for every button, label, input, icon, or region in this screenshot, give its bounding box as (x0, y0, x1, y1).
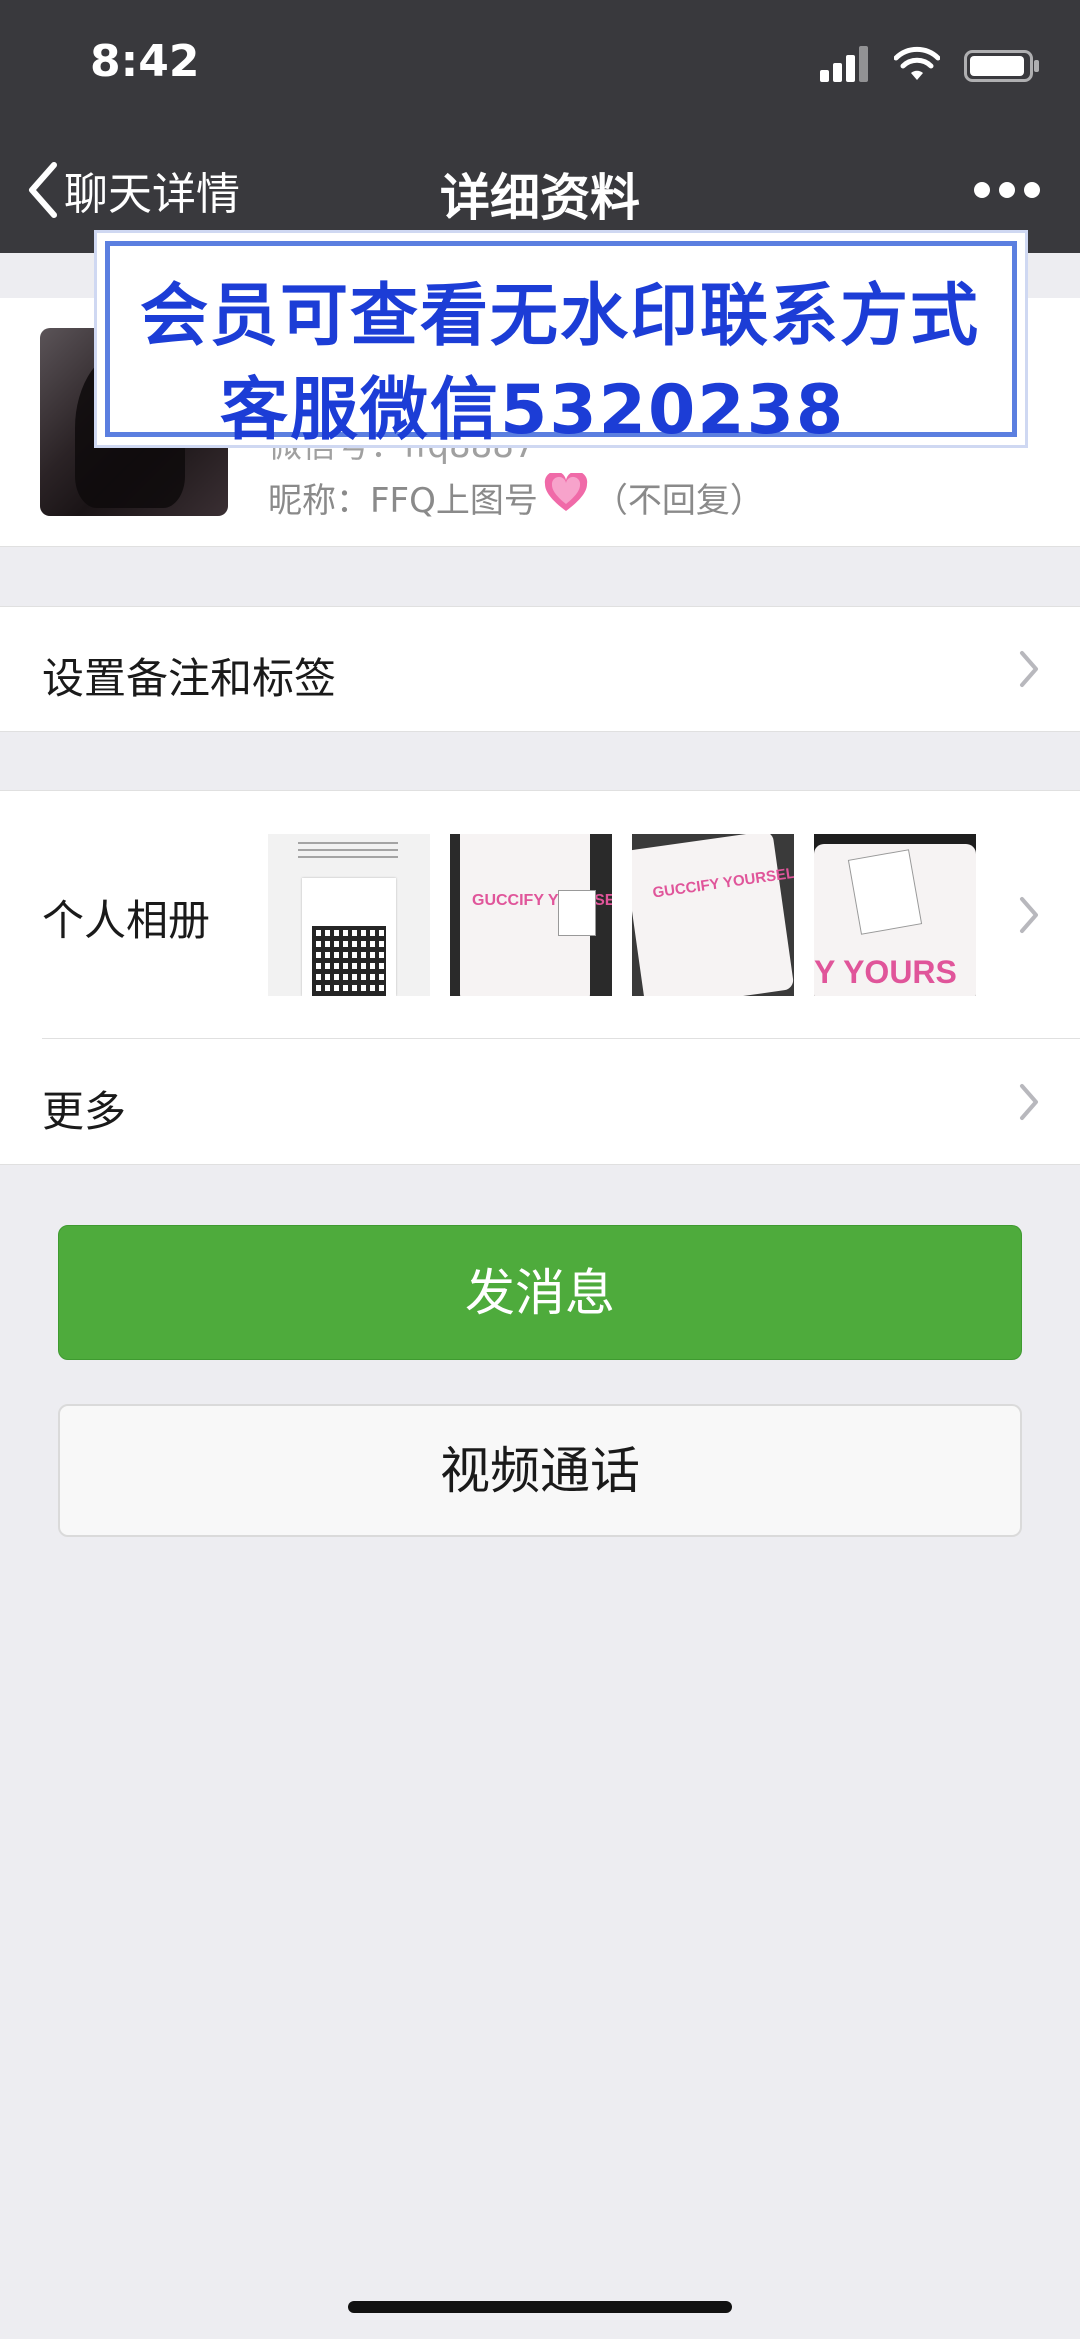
set-remark-tags-row[interactable]: 设置备注和标签 (0, 606, 1080, 732)
album-thumbnail[interactable]: GUCCIFY YOURSELF (450, 834, 612, 996)
dot-icon (974, 182, 990, 198)
album-thumbnail[interactable]: GUCCIFY YOURSELF (632, 834, 794, 996)
watermark-banner: 会员可查看无水印联系方式 客服微信5320238 (94, 230, 1028, 450)
album-thumbnails: GUCCIFY YOURSELF GUCCIFY YOURSELF Y YOUR… (268, 834, 976, 996)
watermark-line-1: 会员可查看无水印联系方式 (140, 277, 981, 356)
send-message-button[interactable]: 发消息 (58, 1225, 1022, 1360)
home-indicator[interactable] (348, 2301, 732, 2313)
personal-album-label: 个人相册 (42, 896, 211, 945)
label-tag (847, 849, 923, 935)
nickname: 昵称：FFQ上图号 （不回复） (268, 471, 764, 522)
qr-caption (298, 838, 398, 858)
chevron-right-icon (1020, 897, 1038, 933)
album-thumbnail[interactable]: Y YOURS (814, 834, 976, 996)
battery-icon (964, 50, 1039, 82)
watermark-frame: 会员可查看无水印联系方式 客服微信5320238 (105, 241, 1017, 450)
status-time: 8:42 (90, 36, 200, 87)
chevron-right-icon (1020, 651, 1038, 687)
album-thumbnail[interactable] (268, 834, 430, 996)
video-call-button[interactable]: 视频通话 (58, 1404, 1022, 1537)
set-remark-tags-label: 设置备注和标签 (42, 654, 337, 703)
top-bar: 8:42 聊天详情 详细资料 (0, 0, 1080, 253)
dot-icon (999, 182, 1015, 198)
personal-album-row[interactable]: 个人相册 GUCCIFY YOURSELF GUCCIFY YOURSELF Y… (0, 790, 1080, 1039)
more-row[interactable]: 更多 (0, 1038, 1080, 1165)
label-tag (558, 890, 596, 936)
divider (42, 1038, 1080, 1039)
nickname-text: 昵称：FFQ上图号 (268, 481, 538, 521)
more-options-button[interactable] (974, 178, 1040, 202)
dot-icon (1024, 182, 1040, 198)
shirt-print: Y YOURS (814, 954, 957, 990)
shirt-image (632, 834, 794, 996)
page-title: 详细资料 (440, 169, 640, 227)
cellular-signal-icon (820, 46, 870, 82)
qr-code-icon (312, 926, 386, 996)
more-label: 更多 (42, 1087, 127, 1136)
wifi-icon (894, 46, 940, 80)
status-icons (740, 46, 1040, 86)
heart-emoji-icon (544, 471, 588, 522)
watermark-line-2: 客服微信5320238 (220, 371, 846, 450)
nickname-suffix: （不回复） (593, 481, 764, 521)
chevron-right-icon (1020, 1084, 1038, 1120)
